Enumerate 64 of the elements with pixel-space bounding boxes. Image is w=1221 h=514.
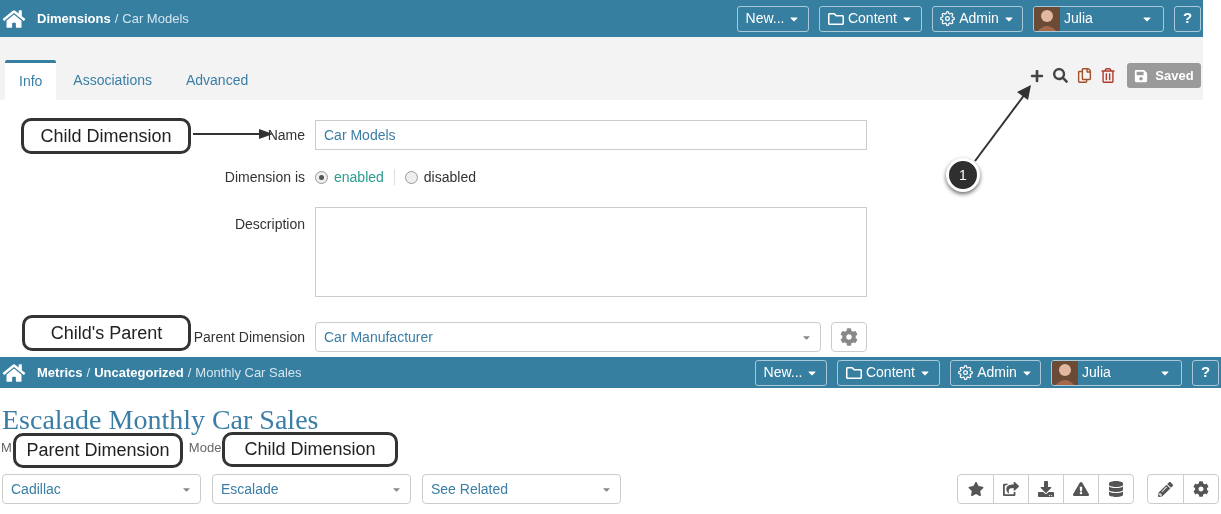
radio-button[interactable] [315,170,328,184]
edit-icon [1158,481,1173,497]
breadcrumb-item: Monthly Car Sales [195,363,302,382]
user-menu-button[interactable]: Julia [1051,359,1182,386]
settings-icon [958,365,974,380]
save-icon [1134,68,1149,83]
menu-button[interactable]: Content [819,5,922,32]
help-button[interactable]: ? [1192,359,1219,386]
callout-label: Child Dimension [21,118,191,154]
tab[interactable]: Advanced [168,60,266,100]
callout-label: Child Dimension [222,432,398,467]
filter-dropdown[interactable]: See Related [422,474,621,504]
home-icon[interactable] [2,8,26,29]
radio-button[interactable] [404,170,418,184]
settings-button[interactable] [831,322,867,352]
avatar [1052,360,1078,385]
breadcrumb-separator: / [187,363,192,382]
field-label: Parent Dimension [193,327,305,347]
delete-icon[interactable] [1101,68,1115,83]
step-marker: 1 [946,158,980,192]
star-icon [967,481,984,497]
add-icon[interactable] [1030,68,1044,83]
settings-icon [940,11,956,26]
breadcrumb-item: Car Models [122,9,189,28]
database-icon [1108,481,1124,497]
menu-button[interactable]: New... [737,5,809,32]
menu-button[interactable]: Admin [950,359,1041,386]
field-label: Name [267,125,305,145]
home-icon[interactable] [2,362,26,383]
folder-icon [827,10,844,27]
filter-dropdown[interactable]: Cadillac [2,474,201,504]
callout-label: Child's Parent [22,315,191,351]
breadcrumb-separator: / [86,363,91,382]
subtitle-text: Mode [188,439,222,458]
user-menu-button[interactable]: Julia [1033,5,1164,32]
menu-button[interactable]: Content [837,359,940,386]
help-button[interactable]: ? [1174,5,1201,32]
search-icon[interactable] [1053,68,1068,83]
settings-icon [840,328,858,346]
filter-dropdown[interactable]: Escalade [212,474,411,504]
share-icon [1003,481,1019,497]
callout-label: Parent Dimension [13,433,183,468]
copy-icon[interactable] [1077,68,1092,83]
breadcrumb-item[interactable]: Metrics [37,362,83,383]
settings-icon [1193,481,1209,497]
tab[interactable]: Info [5,60,57,100]
download-icon [1038,481,1054,497]
radio-option[interactable]: enabled [315,166,384,188]
field-label: Description [234,215,305,234]
folder-icon [845,364,862,381]
breadcrumb-separator: / [114,9,119,28]
subtitle-text: M [1,439,12,458]
menu-button[interactable]: Admin [932,5,1023,32]
radio-option[interactable]: disabled [404,166,476,188]
description-field[interactable] [315,207,867,297]
breadcrumb-item[interactable]: Uncategorized [94,362,184,383]
name-field[interactable]: Car Models [315,120,867,150]
parent-dimension-dropdown[interactable]: Car Manufacturer [315,322,821,352]
menu-button[interactable]: New... [755,359,827,386]
field-label: Dimension is [224,167,305,187]
warning-icon [1073,481,1089,497]
breadcrumb-item[interactable]: Dimensions [37,8,111,29]
tab[interactable]: Associations [56,60,169,100]
avatar [1034,6,1060,31]
